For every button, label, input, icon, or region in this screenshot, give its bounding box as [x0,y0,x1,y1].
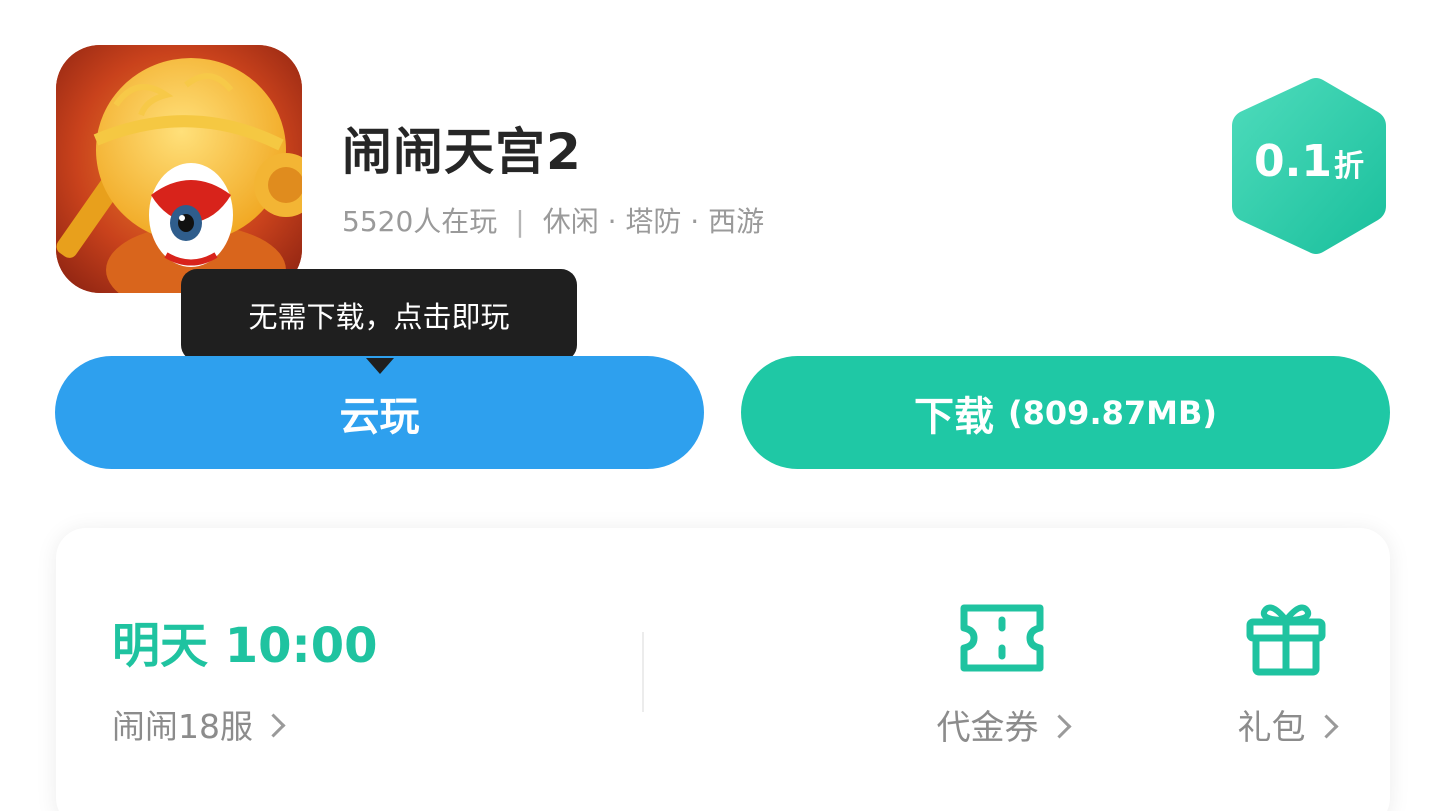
discount-unit: 折 [1333,149,1364,184]
voucher-label-text: 代金券 [936,708,1039,748]
ticket-icon [956,598,1048,678]
game-icon [56,45,302,293]
discount-badge: 0.1折 [1226,74,1392,258]
game-title: 闹闹天宫2 [342,123,582,181]
gift-label: 礼包 [1216,700,1356,749]
chevron-right-icon [1313,714,1339,739]
card-divider [642,632,644,712]
gift-label-text: 礼包 [1237,708,1306,748]
game-detail-page: 闹闹天宫2 5520人在玩 | 休闲 · 塔防 · 西游 0.1折 无需下载，点击即… [0,0,1438,811]
server-name: 闹闹18服 [112,707,253,746]
discount-text: 0.1折 [1226,136,1392,187]
server-info-card: 明天 10:00 闹闹18服 代金券 礼包 [56,528,1390,811]
voucher-label: 代金券 [922,700,1082,749]
download-button[interactable]: 下载 (809.87MB) [741,356,1390,469]
game-tags: 休闲 · 塔防 · 西游 [542,205,765,238]
server-open-time: 明天 10:00 [112,618,378,674]
gift-action[interactable]: 礼包 [1216,598,1356,749]
download-size: (809.87MB) [1008,393,1217,432]
server-link[interactable]: 闹闹18服 [112,700,286,748]
chevron-right-icon [261,713,286,738]
discount-value: 0.1 [1254,136,1332,187]
tooltip-arrow [366,358,394,374]
cloud-play-tooltip: 无需下载，点击即玩 [181,269,577,361]
meta-separator: | [515,205,525,238]
voucher-action[interactable]: 代金券 [922,598,1082,749]
chevron-right-icon [1046,714,1072,739]
download-label: 下载 [914,393,995,440]
cloud-play-label: 云玩 [339,393,420,440]
game-meta: 5520人在玩 | 休闲 · 塔防 · 西游 [342,200,764,240]
player-count: 5520人在玩 [342,205,498,238]
monkey-king-icon [56,45,302,293]
gift-icon [1240,598,1332,678]
